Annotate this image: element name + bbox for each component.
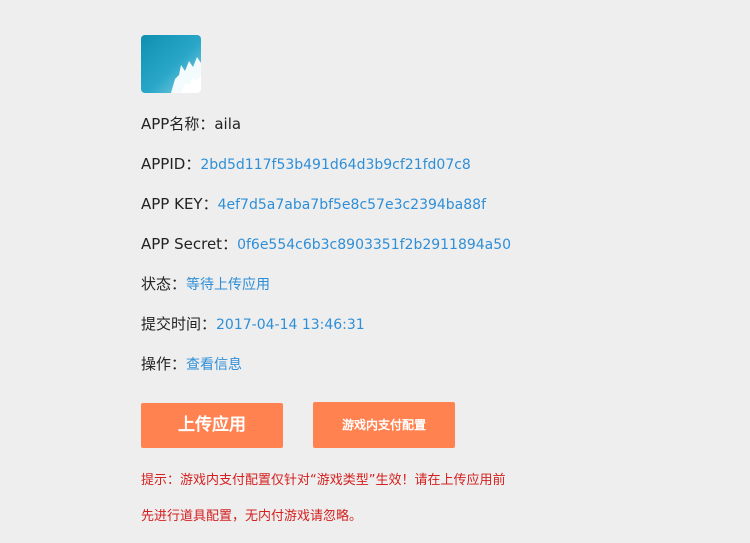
app-key-value: 4ef7d5a7aba7bf5e8c57e3c2394ba88f <box>217 197 487 213</box>
app-id-value: 2bd5d117f53b491d64d3b9cf21fd07c8 <box>200 157 471 173</box>
app-id-label: APPID： <box>141 155 201 173</box>
app-secret-label: APP Secret： <box>141 235 238 253</box>
submit-time-row: 提交时间：2017-04-14 13:46:31 <box>141 313 365 335</box>
notice-line-1: 提示：游戏内支付配置仅针对“游戏类型”生效！请在上传应用前 <box>141 473 506 488</box>
app-key-label: APP KEY： <box>141 195 218 213</box>
app-id-row: APPID：2bd5d117f53b491d64d3b9cf21fd07c8 <box>141 153 471 175</box>
status-value: 等待上传应用 <box>186 277 271 293</box>
status-label: 状态： <box>141 275 187 293</box>
app-thumbnail-icon <box>141 35 201 93</box>
app-key-row: APP KEY：4ef7d5a7aba7bf5e8c57e3c2394ba88f <box>141 193 486 215</box>
app-name-label: APP名称： <box>141 115 215 133</box>
upload-app-button[interactable]: 上传应用 <box>141 403 283 448</box>
view-info-link[interactable]: 查看信息 <box>186 357 242 373</box>
action-label: 操作： <box>141 355 187 373</box>
app-name-value: aila <box>214 115 242 133</box>
action-row: 操作：查看信息 <box>141 353 242 375</box>
status-row: 状态：等待上传应用 <box>141 273 270 295</box>
iap-config-button[interactable]: 游戏内支付配置 <box>313 402 455 448</box>
submit-time-value: 2017-04-14 13:46:31 <box>216 317 365 333</box>
app-secret-value: 0f6e554c6b3c8903351f2b2911894a50 <box>237 237 512 253</box>
submit-time-label: 提交时间： <box>141 315 217 333</box>
app-name-row: APP名称：aila <box>141 113 241 135</box>
notice-line-2: 先进行道具配置，无内付游戏请忽略。 <box>141 509 363 524</box>
app-secret-row: APP Secret：0f6e554c6b3c8903351f2b2911894… <box>141 233 511 255</box>
